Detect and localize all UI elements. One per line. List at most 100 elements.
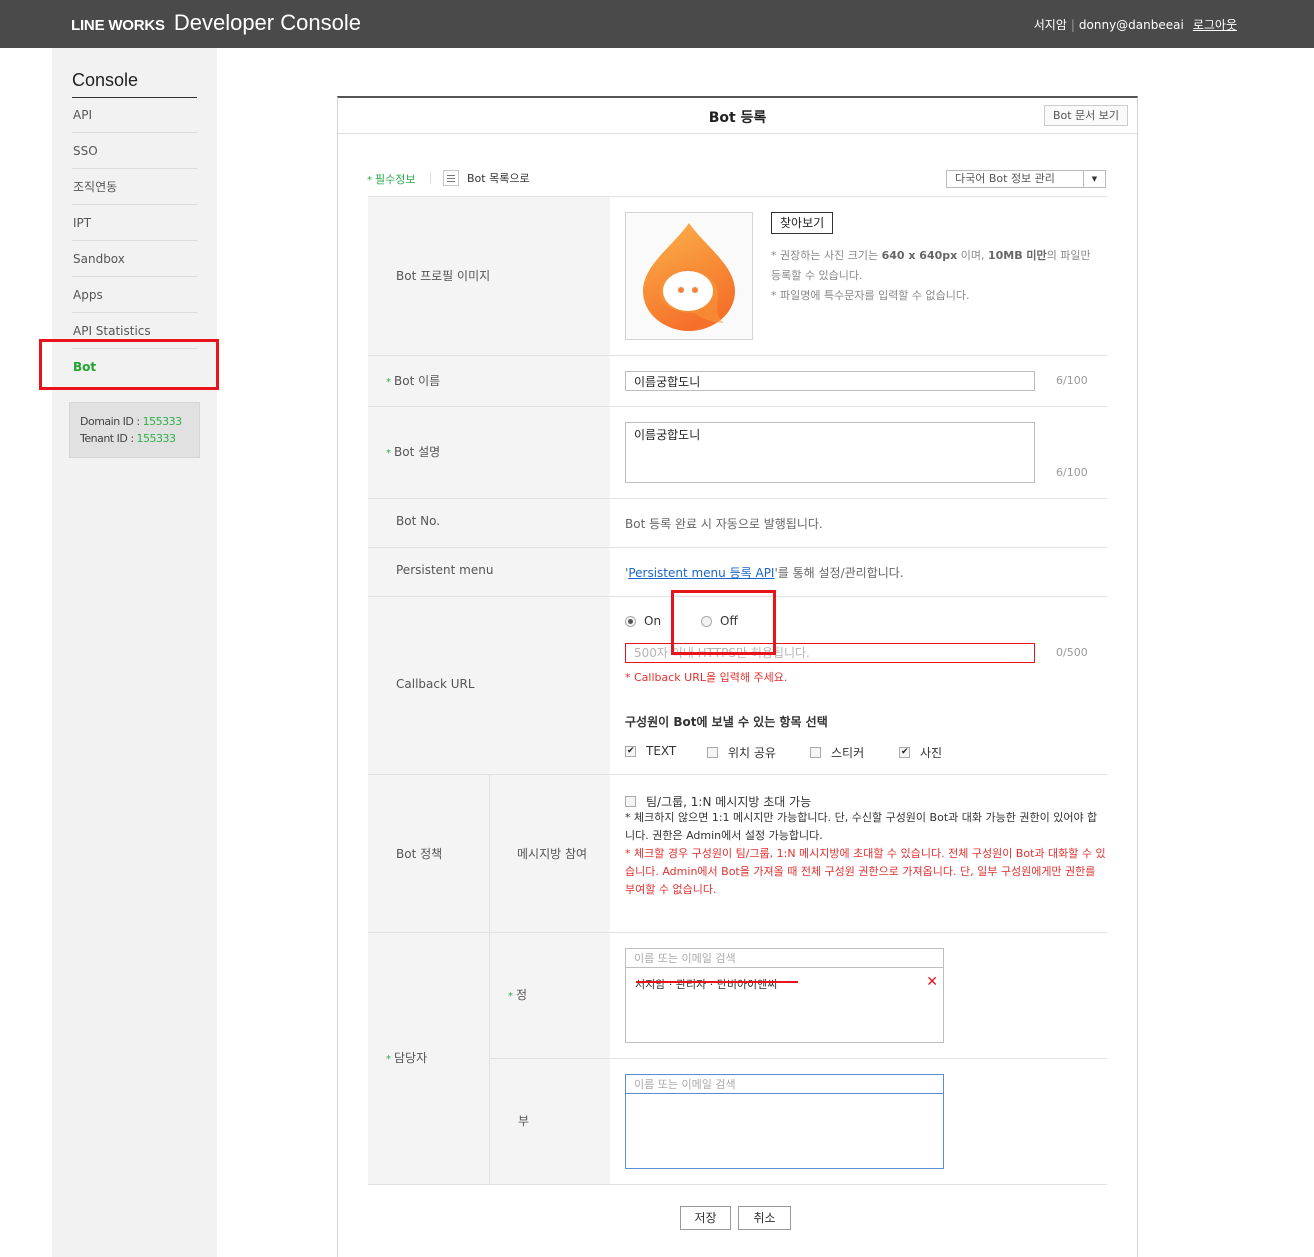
room-warning-text: 체크할 경우 구성원이 팀/그룹, 1:N 메시지방에 초대할 수 있습니다. … bbox=[625, 847, 1106, 896]
group-invite-checkbox[interactable]: 팀/그룹, 1:N 메시지방 초대 가능 bbox=[625, 793, 811, 810]
logout-link[interactable]: 로그아웃 bbox=[1193, 16, 1237, 33]
save-button[interactable]: 저장 bbox=[680, 1206, 731, 1230]
bot-no-label: Bot No. bbox=[396, 514, 441, 528]
primary-manager-picker: 서지암 · 관리자 · 단비아이엔씨 ✕ bbox=[625, 948, 944, 1043]
bot-no-label-cell: Bot No. bbox=[368, 499, 610, 547]
image-size-value: 640 x 640px bbox=[881, 249, 958, 262]
callback-on-label: On bbox=[644, 614, 662, 628]
persistent-menu-api-link[interactable]: Persistent menu 등록 API bbox=[628, 566, 774, 580]
bot-desc-label-cell: * Bot 설명 bbox=[368, 407, 610, 498]
brand-logo[interactable]: LINE WORKS Developer Console bbox=[71, 10, 361, 36]
secondary-manager-label: 부 bbox=[518, 1114, 530, 1128]
bot-name-input[interactable] bbox=[625, 371, 1035, 391]
brand-light: Developer Console bbox=[173, 10, 361, 35]
domain-id-row: Domain ID : 155333 bbox=[80, 413, 199, 430]
bot-no-value: Bot 등록 완료 시 자동으로 발행됩니다. bbox=[625, 517, 823, 531]
sidebar-item-sandbox[interactable]: Sandbox bbox=[72, 241, 197, 277]
remove-chip-icon[interactable]: ✕ bbox=[926, 974, 938, 990]
brand-bold: LINE WORKS bbox=[71, 17, 165, 34]
required-info-label: * 필수정보 bbox=[367, 173, 416, 186]
multilang-select[interactable]: 다국어 Bot 정보 관리 ▼ bbox=[946, 170, 1106, 188]
callback-on-radio[interactable]: On bbox=[625, 614, 661, 628]
sidebar-item-apps[interactable]: Apps bbox=[72, 277, 197, 313]
callback-url-counter: 0/500 bbox=[1056, 646, 1088, 659]
redaction-strike bbox=[636, 981, 798, 983]
list-icon bbox=[443, 170, 459, 186]
find-image-button[interactable]: 찾아보기 bbox=[771, 212, 834, 234]
sidebar-title: Console bbox=[72, 70, 197, 98]
callback-url-label-cell: Callback URL bbox=[368, 597, 610, 774]
message-types-title: 구성원이 Bot에 보낼 수 있는 항목 선택 bbox=[625, 715, 828, 729]
callback-url-error-text: Callback URL을 입력해 주세요. bbox=[634, 671, 788, 684]
image-guideline-line-1: * 권장하는 사진 크기는 640 x 640px 이며, 10MB 미만의 파… bbox=[771, 249, 1091, 262]
image-guideline-line-2: 등록할 수 있습니다. bbox=[771, 269, 863, 282]
tenant-id-row: Tenant ID : 155333 bbox=[80, 430, 199, 447]
tenant-id-label: Tenant ID : bbox=[80, 432, 137, 445]
image-note-part: 이며, bbox=[957, 249, 988, 262]
divider bbox=[430, 172, 431, 184]
bot-desc-label: * Bot 설명 bbox=[386, 445, 441, 459]
type-location-checkbox[interactable]: 위치 공유 bbox=[707, 744, 776, 761]
secondary-manager-search[interactable] bbox=[626, 1075, 943, 1094]
domain-id-label: Domain ID : bbox=[80, 415, 143, 428]
bot-name-counter: 6/100 bbox=[1056, 374, 1088, 387]
bot-desc-counter: 6/100 bbox=[1056, 466, 1088, 479]
room-warning: * 체크할 경우 구성원이 팀/그룹, 1:N 메시지방에 초대할 수 있습니다… bbox=[625, 847, 1106, 896]
callback-url-label: Callback URL bbox=[396, 677, 475, 691]
persistent-menu-desc: 'Persistent menu 등록 API'를 통해 설정/관리합니다. bbox=[625, 564, 904, 581]
persistent-menu-label-cell: Persistent menu bbox=[368, 548, 610, 596]
manager-label: * 담당자 bbox=[386, 1051, 428, 1065]
required-info-text: 필수정보 bbox=[375, 173, 416, 186]
type-sticker-label: 스티커 bbox=[831, 746, 865, 760]
room-join-label: 메시지방 참여 bbox=[517, 847, 588, 861]
bot-docs-button[interactable]: Bot 문서 보기 bbox=[1043, 105, 1128, 126]
user-info: 서지암 | donny@danbeeai 로그아웃 bbox=[1034, 16, 1237, 33]
domain-id-value: 155333 bbox=[142, 415, 183, 428]
image-note-part: 권장하는 사진 크기는 bbox=[780, 249, 882, 262]
off-highlight-box bbox=[671, 590, 776, 655]
room-note-text: 체크하지 않으면 1:1 메시지만 가능합니다. 단, 수신할 구성원이 Bot… bbox=[625, 811, 1098, 842]
sidebar-item-api[interactable]: API bbox=[72, 97, 197, 133]
chevron-down-icon: ▼ bbox=[1083, 171, 1105, 187]
sidebar-item-ipt[interactable]: IPT bbox=[72, 205, 197, 241]
user-separator: | bbox=[1070, 17, 1075, 32]
cancel-button[interactable]: 취소 bbox=[738, 1206, 791, 1230]
sidebar: Console API SSO 조직연동 IPT Sandbox Apps AP… bbox=[52, 48, 217, 1257]
tenant-id-value: 155333 bbox=[136, 432, 177, 445]
persistent-suffix: '를 통해 설정/관리합니다. bbox=[774, 566, 904, 580]
bot-list-link-label: Bot 목록으로 bbox=[467, 172, 530, 185]
profile-image-label: Bot 프로필 이미지 bbox=[396, 269, 491, 283]
radio-checked-icon bbox=[625, 615, 636, 627]
primary-manager-label-cell: * 정 bbox=[489, 933, 610, 1058]
type-text-checkbox[interactable]: TEXT bbox=[625, 744, 676, 758]
image-guideline-line-3: * 파일명에 특수문자를 입력할 수 없습니다. bbox=[771, 289, 970, 302]
secondary-manager-picker bbox=[625, 1074, 944, 1169]
bot-desc-textarea[interactable]: 이름궁합도니 bbox=[625, 422, 1035, 483]
form-bottom-border bbox=[368, 1184, 1107, 1185]
type-text-label: TEXT bbox=[646, 744, 677, 758]
bot-highlight-box bbox=[39, 339, 219, 390]
primary-manager-label-text: 정 bbox=[516, 988, 528, 1002]
image-note-part: 파일명에 특수문자를 입력할 수 없습니다. bbox=[780, 289, 970, 302]
type-sticker-checkbox[interactable]: 스티커 bbox=[810, 744, 864, 761]
checkbox-unchecked-icon bbox=[625, 796, 636, 807]
type-location-label: 위치 공유 bbox=[728, 746, 776, 760]
type-photo-checkbox[interactable]: 사진 bbox=[899, 744, 942, 761]
image-guideline: * 권장하는 사진 크기는 640 x 640px 이며, 10MB 미만의 파… bbox=[771, 246, 1091, 306]
tenant-info-box: Domain ID : 155333 Tenant ID : 155333 bbox=[69, 402, 200, 458]
group-invite-label: 팀/그룹, 1:N 메시지방 초대 가능 bbox=[646, 795, 812, 809]
bot-policy-label: Bot 정책 bbox=[396, 847, 443, 861]
image-limit-value: 10MB 미만 bbox=[987, 249, 1047, 262]
sidebar-item-org-sync[interactable]: 조직연동 bbox=[72, 169, 197, 205]
bot-name-label-cell: * Bot 이름 bbox=[368, 356, 610, 406]
sidebar-item-sso[interactable]: SSO bbox=[72, 133, 197, 169]
room-note: * 체크하지 않으면 1:1 메시지만 가능합니다. 단, 수신할 구성원이 B… bbox=[625, 811, 1098, 842]
image-note-part: 의 파일만 bbox=[1046, 249, 1091, 262]
primary-manager-search[interactable] bbox=[626, 949, 943, 968]
bot-list-link[interactable]: Bot 목록으로 bbox=[443, 170, 530, 186]
bot-name-label: * Bot 이름 bbox=[386, 374, 441, 388]
page-title: Bot 등록 bbox=[708, 110, 767, 126]
checkbox-checked-icon bbox=[625, 745, 636, 757]
callback-url-error: * Callback URL을 입력해 주세요. bbox=[625, 671, 788, 684]
primary-manager-label: * 정 bbox=[508, 988, 528, 1002]
